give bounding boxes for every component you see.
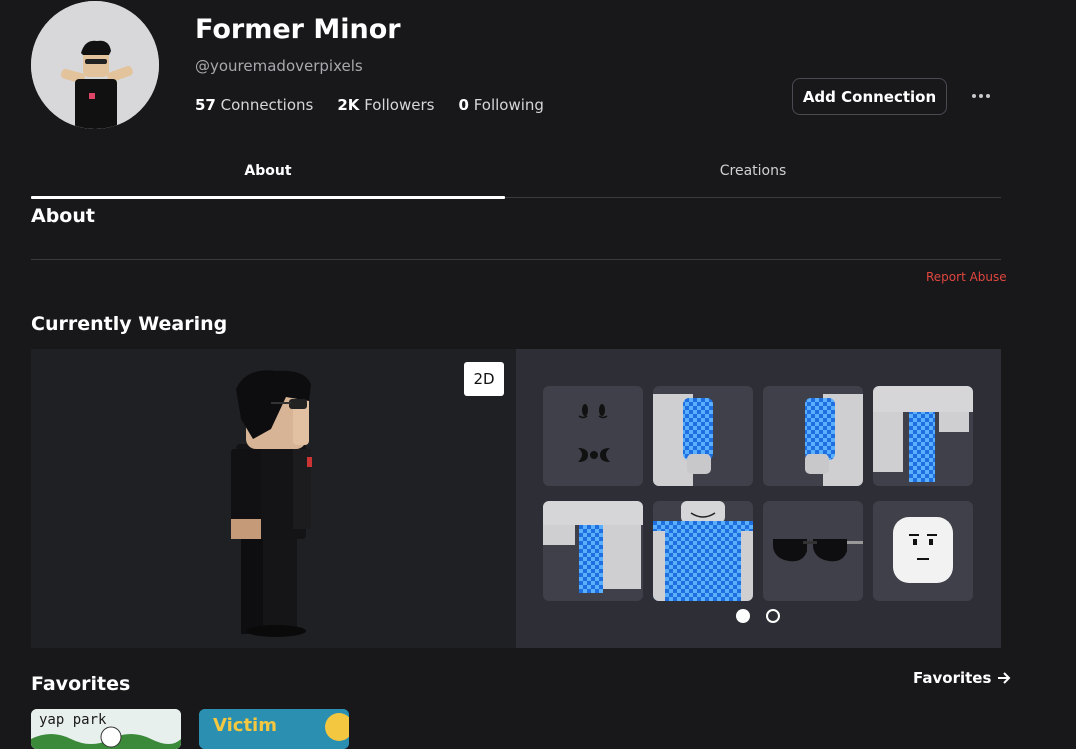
followers-label: Followers xyxy=(364,96,435,114)
face-icon xyxy=(578,404,610,462)
avatar-figure-icon xyxy=(231,370,312,637)
profile-stats: 57 Connections 2K Followers 0 Following xyxy=(195,96,544,114)
profile-avatar[interactable] xyxy=(31,1,159,129)
more-options-icon[interactable] xyxy=(966,84,996,108)
followers-count: 2K xyxy=(337,96,360,114)
pager-dot-2[interactable] xyxy=(766,609,780,623)
tab-active-indicator xyxy=(31,196,505,199)
connections-count: 57 xyxy=(195,96,216,114)
favorite-game-card[interactable]: yap park xyxy=(31,709,181,749)
head-icon xyxy=(893,517,953,583)
avatar-3d-view[interactable] xyxy=(31,349,516,648)
right-leg-icon xyxy=(543,501,643,593)
report-abuse-link[interactable]: Report Abuse xyxy=(926,270,1007,284)
currently-wearing-heading: Currently Wearing xyxy=(31,313,228,335)
tab-about[interactable]: About xyxy=(31,163,505,179)
torso-icon xyxy=(653,501,753,601)
left-leg-icon xyxy=(873,386,973,482)
favorites-link[interactable]: Favorites xyxy=(913,669,1011,687)
following-label: Following xyxy=(473,96,544,114)
tab-creations[interactable]: Creations xyxy=(505,163,1001,179)
favorites-heading: Favorites xyxy=(31,673,131,695)
connections-label: Connections xyxy=(220,96,314,114)
left-arm-icon xyxy=(653,394,713,486)
add-connection-button[interactable]: Add Connection xyxy=(792,78,947,115)
about-divider xyxy=(31,259,1001,260)
wearing-item[interactable] xyxy=(653,501,753,601)
wearing-item[interactable] xyxy=(543,386,643,486)
favorite-game-card[interactable]: Victim xyxy=(199,709,349,749)
arrow-right-icon xyxy=(998,672,1011,684)
wearing-item[interactable] xyxy=(873,386,973,486)
wearing-item[interactable] xyxy=(763,501,863,601)
toggle-2d-button[interactable]: 2D xyxy=(464,362,504,396)
connections-stat[interactable]: 57 Connections xyxy=(195,96,313,114)
wearing-item[interactable] xyxy=(653,386,753,486)
wearing-item[interactable] xyxy=(763,386,863,486)
pager-dot-1[interactable] xyxy=(736,609,750,623)
followers-stat[interactable]: 2K Followers xyxy=(337,96,434,114)
following-stat[interactable]: 0 Following xyxy=(458,96,543,114)
game-title: yap park xyxy=(39,712,107,728)
sunglasses-icon xyxy=(773,539,863,562)
right-arm-icon xyxy=(805,394,863,486)
wearing-items-panel xyxy=(516,349,1001,648)
favorites-link-label: Favorites xyxy=(913,669,992,687)
avatar-headshot-icon xyxy=(31,1,159,129)
about-heading: About xyxy=(31,205,95,227)
following-count: 0 xyxy=(458,96,469,114)
game-title: Victim xyxy=(213,715,277,736)
wearing-item[interactable] xyxy=(543,501,643,601)
display-name: Former Minor xyxy=(195,14,401,45)
wearing-item[interactable] xyxy=(873,501,973,601)
username: @youremadoverpixels xyxy=(195,57,363,75)
